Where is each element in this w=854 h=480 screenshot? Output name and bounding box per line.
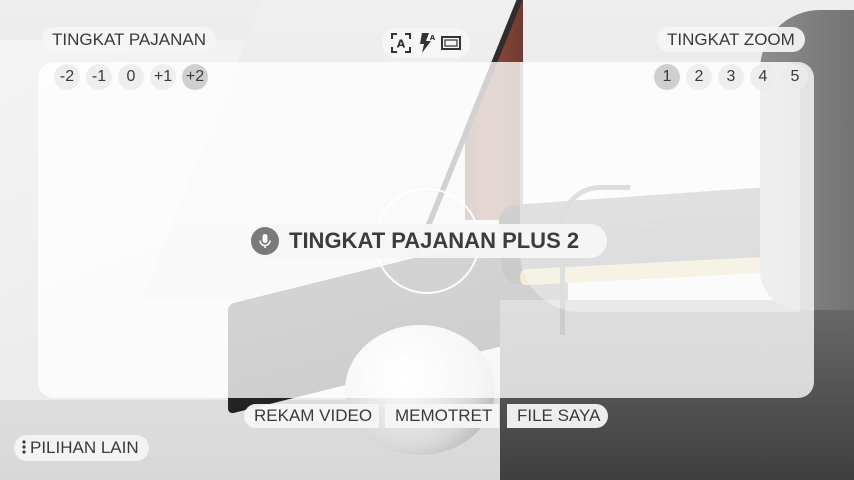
exposure-level-0[interactable]: 0	[118, 64, 144, 90]
microphone-icon	[251, 227, 279, 255]
take-photo-button[interactable]: MEMOTRET	[385, 404, 499, 428]
zoom-level-2[interactable]: 2	[686, 64, 712, 90]
aspect-ratio-icon[interactable]	[440, 32, 462, 54]
svg-text:A: A	[430, 34, 436, 42]
toast-message: TINGKAT PAJANAN PLUS 2	[289, 228, 580, 253]
viewfinder-overlay-light	[520, 62, 800, 312]
zoom-level-3[interactable]: 3	[718, 64, 744, 90]
camera-mode-icons: A A	[382, 28, 470, 58]
more-options-label: PILIHAN LAIN	[30, 438, 139, 457]
more-options-button[interactable]: PILIHAN LAIN	[14, 435, 149, 461]
my-files-button[interactable]: FILE SAYA	[507, 404, 608, 428]
auto-focus-icon[interactable]: A	[390, 32, 412, 54]
zoom-level-1[interactable]: 1	[654, 64, 680, 90]
zoom-level-5[interactable]: 5	[782, 64, 808, 90]
zoom-level-4[interactable]: 4	[750, 64, 776, 90]
exposure-level-minus-1[interactable]: -1	[86, 64, 112, 90]
voice-command-toast: TINGKAT PAJANAN PLUS 2	[250, 224, 607, 258]
exposure-level-minus-2[interactable]: -2	[54, 64, 80, 90]
flash-auto-icon[interactable]: A	[416, 32, 436, 54]
more-vertical-icon	[22, 436, 26, 462]
record-video-button[interactable]: REKAM VIDEO	[244, 404, 379, 428]
exposure-level-plus-1[interactable]: +1	[150, 64, 176, 90]
zoom-level-title: TINGKAT ZOOM	[657, 27, 805, 52]
exposure-level-title: TINGKAT PAJANAN	[42, 27, 216, 52]
svg-text:A: A	[397, 38, 406, 51]
exposure-level-plus-2[interactable]: +2	[182, 64, 208, 90]
